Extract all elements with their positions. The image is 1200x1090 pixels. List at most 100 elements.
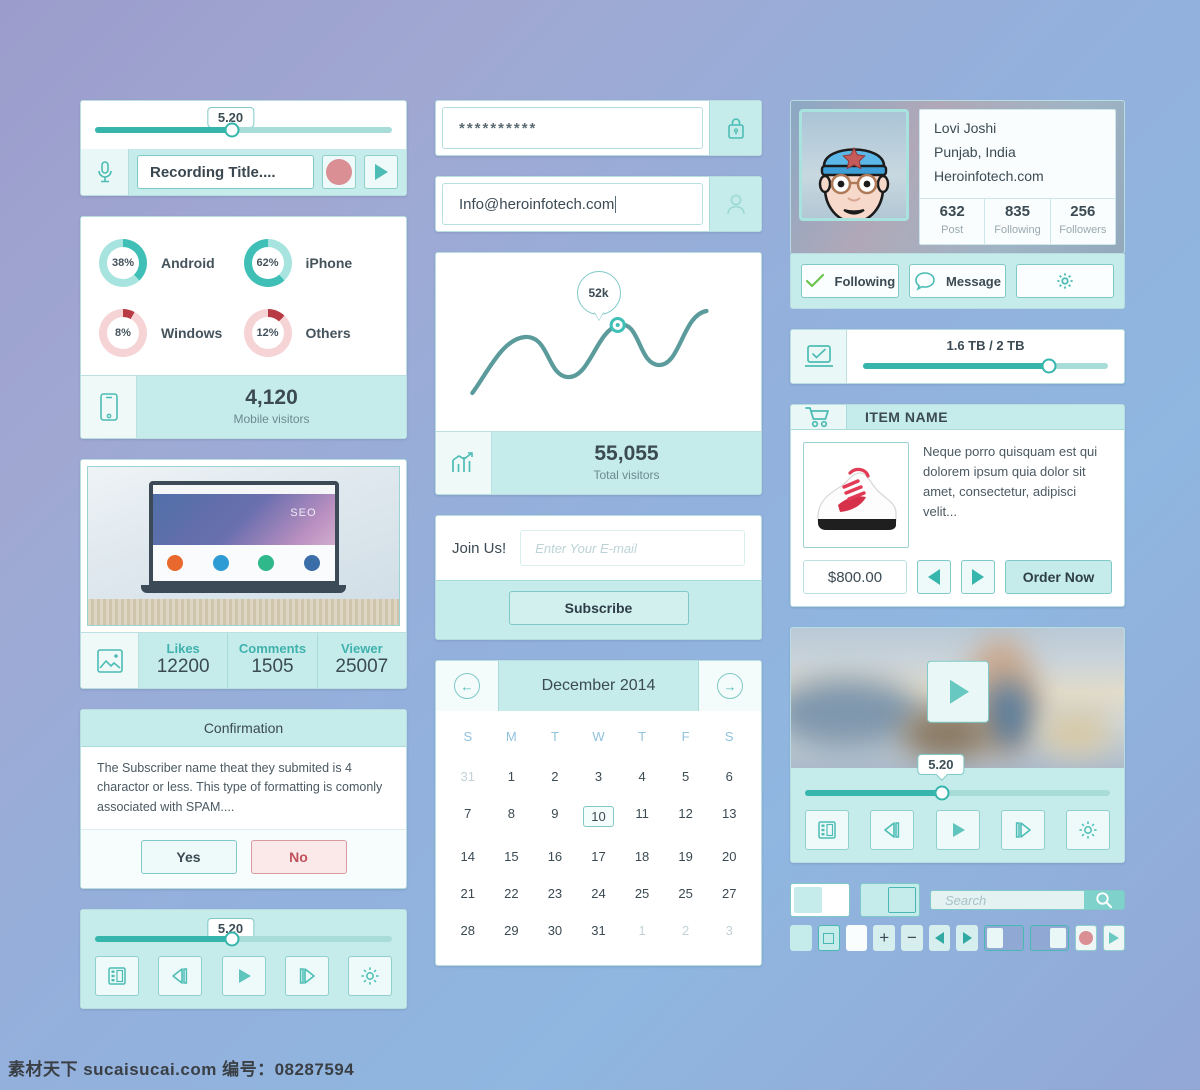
film-button[interactable] (95, 956, 139, 997)
calendar-day[interactable]: 25 (620, 875, 664, 912)
video-progress-knob[interactable] (934, 785, 950, 801)
calendar-day[interactable]: 19 (664, 838, 708, 875)
record-dot-icon (1078, 931, 1093, 945)
calendar-day[interactable]: 7 (446, 795, 490, 838)
calendar-day[interactable]: 3 (577, 758, 621, 795)
swatch-white[interactable] (845, 925, 868, 951)
calendar-day[interactable]: 17 (577, 838, 621, 875)
storage-knob[interactable] (1041, 358, 1057, 374)
calendar-day[interactable]: 18 (620, 838, 664, 875)
calendar-day[interactable]: 28 (446, 912, 490, 949)
calendar-day[interactable]: 13 (707, 795, 751, 838)
play-button[interactable] (221, 956, 266, 997)
swatch-nested-square[interactable] (817, 925, 840, 951)
video-step-forward-button[interactable] (1000, 810, 1045, 850)
calendar-day[interactable]: 10 (577, 795, 621, 838)
calendar-day[interactable]: 31 (446, 758, 490, 795)
message-button[interactable]: Message (908, 264, 1007, 298)
password-input[interactable]: ********** (442, 107, 703, 149)
video-play-toggle[interactable] (935, 810, 980, 850)
calendar-day[interactable]: 9 (533, 795, 577, 838)
profile-settings-button[interactable] (1016, 264, 1115, 298)
calendar-day[interactable]: 14 (446, 838, 490, 875)
calendar-day[interactable]: 16 (533, 838, 577, 875)
minus-button[interactable]: − (901, 925, 923, 951)
calendar-day[interactable]: 11 (620, 795, 664, 838)
video-progress-track[interactable] (805, 785, 1110, 801)
calendar-prev-button[interactable]: ← (436, 661, 498, 711)
play-button[interactable] (1102, 925, 1125, 951)
calendar-day[interactable]: 30 (533, 912, 577, 949)
order-now-button[interactable]: Order Now (1005, 560, 1112, 594)
settings-button[interactable] (348, 956, 392, 997)
video-control-buttons (805, 810, 1110, 850)
microphone-icon[interactable] (81, 149, 129, 195)
pill-toggle-right[interactable] (1029, 925, 1069, 951)
recorder-slider[interactable]: 5.20 (81, 101, 406, 149)
pill-toggle-left[interactable] (984, 925, 1024, 951)
step-forward-button[interactable] (284, 956, 329, 997)
recording-title-input[interactable]: Recording Title.... (137, 155, 314, 189)
subscribe-button[interactable]: Subscribe (508, 591, 689, 625)
play-button[interactable] (364, 155, 398, 189)
video-play-button[interactable] (926, 660, 989, 723)
calendar-day[interactable]: 2 (664, 912, 708, 949)
video-thumbnail[interactable] (791, 628, 1124, 768)
yes-button[interactable]: Yes (140, 840, 237, 875)
photo-thumbnail[interactable]: SEO (87, 466, 400, 626)
slider-knob[interactable] (224, 122, 240, 138)
calendar-day[interactable]: 12 (664, 795, 708, 838)
record-button[interactable] (322, 155, 356, 189)
slider-track[interactable] (95, 122, 392, 138)
calendar-day[interactable]: 22 (490, 875, 534, 912)
avatar[interactable] (799, 109, 909, 221)
search-input[interactable]: Search (931, 891, 1084, 909)
progress-track[interactable] (95, 931, 392, 947)
calendar-grid[interactable]: S M T W T F S 31 1 2 3 4 5 6 7 8 9 10 11 12 13 14 15 16 17 18 19 20… (436, 711, 761, 965)
calendar-day[interactable]: 8 (490, 795, 534, 838)
calendar-day[interactable]: 31 (577, 912, 621, 949)
progress-knob[interactable] (224, 931, 240, 947)
step-backward-button[interactable] (158, 956, 203, 997)
storage-track[interactable] (863, 358, 1108, 374)
calendar-next-button[interactable]: → (699, 661, 761, 711)
email-subscribe-input[interactable]: Enter Your E-mail (520, 530, 745, 566)
calendar-day[interactable]: 4 (620, 758, 664, 795)
calendar-day[interactable]: 6 (707, 758, 751, 795)
plus-button[interactable]: + (873, 925, 896, 951)
calendar-day[interactable]: 27 (707, 875, 751, 912)
calendar-day[interactable]: 24 (577, 875, 621, 912)
video-step-backward-button[interactable] (870, 810, 915, 850)
calendar-weekday: M (505, 729, 517, 744)
calendar-day[interactable]: 21 (446, 875, 490, 912)
profile-actions: Following Message (790, 254, 1125, 309)
product-image[interactable] (803, 442, 909, 548)
calendar-day[interactable]: 25 (664, 875, 708, 912)
prev-button[interactable] (928, 925, 951, 951)
no-button[interactable]: No (250, 840, 347, 875)
video-film-button[interactable] (805, 810, 849, 850)
record-button[interactable] (1074, 925, 1097, 951)
calendar-day[interactable]: 1 (620, 912, 664, 949)
email-input[interactable]: Info@heroinfotech.com (442, 183, 703, 225)
calendar-day[interactable]: 1 (490, 758, 534, 795)
next-button[interactable] (956, 925, 979, 951)
swatch-plain[interactable] (790, 925, 812, 951)
calendar-day[interactable]: 3 (707, 912, 751, 949)
donut-label: Android (161, 255, 215, 271)
video-settings-button[interactable] (1066, 810, 1110, 850)
calendar-day[interactable]: 29 (490, 912, 534, 949)
toggle-switch-on[interactable] (860, 883, 920, 917)
calendar-day[interactable]: 23 (533, 875, 577, 912)
calendar-day[interactable]: 5 (664, 758, 708, 795)
toggle-switch-off[interactable] (790, 883, 850, 917)
calendar-day[interactable]: 15 (490, 838, 534, 875)
step-forward-icon (1015, 822, 1031, 838)
following-button[interactable]: Following (801, 264, 899, 298)
product-prev-button[interactable] (917, 560, 951, 594)
product-next-button[interactable] (961, 560, 995, 594)
calendar-weekday: F (681, 729, 690, 744)
search-button[interactable] (1084, 891, 1124, 909)
calendar-day[interactable]: 2 (533, 758, 577, 795)
calendar-day[interactable]: 20 (707, 838, 751, 875)
